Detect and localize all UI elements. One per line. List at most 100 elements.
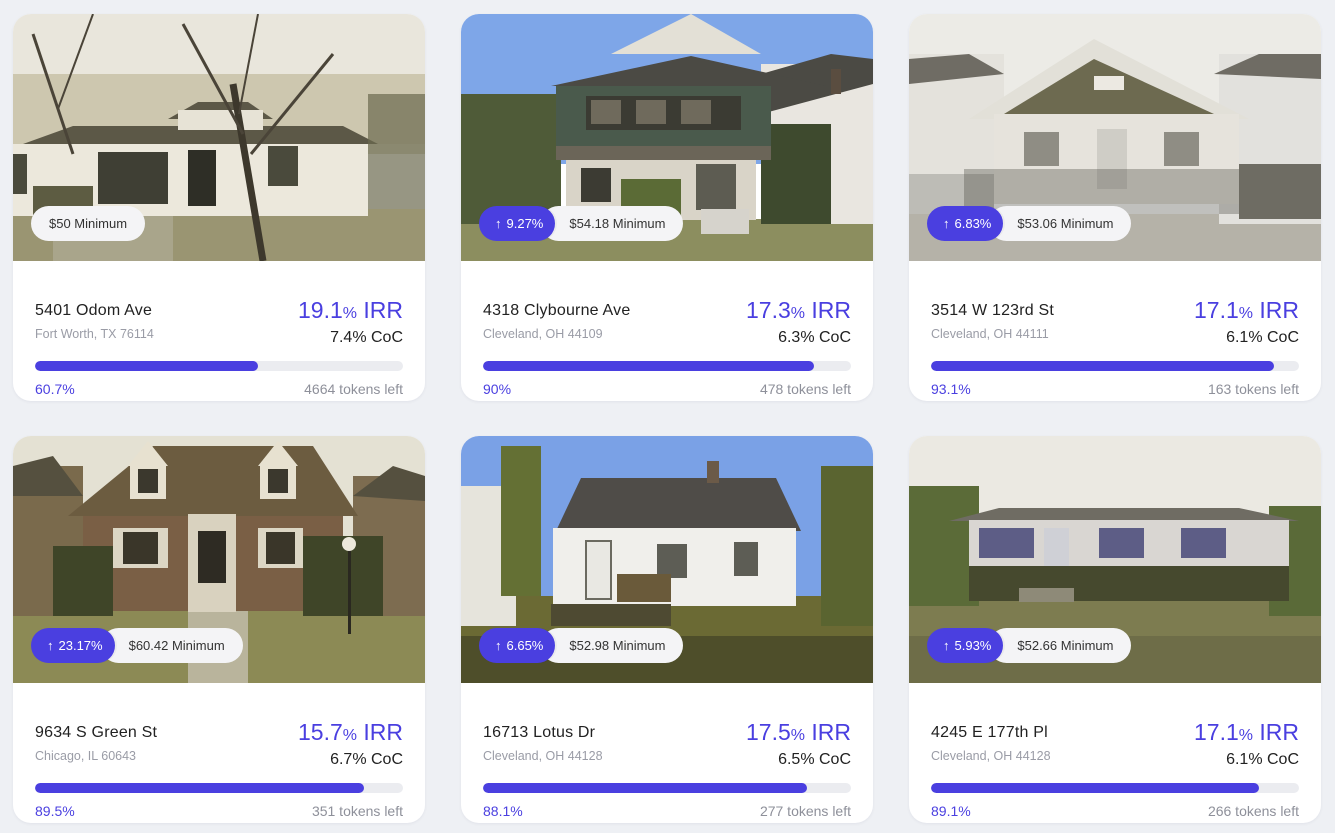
irr-percent-sign: % [1238,727,1253,744]
irr-value: 17.1% IRR [1194,297,1299,324]
listing-address[interactable]: 5401 Odom Ave [35,302,152,320]
photo-badges: ↑ 23.17% $60.42 Minimum [31,628,243,663]
funding-progress-fill [35,783,365,793]
irr-label: IRR [357,297,403,323]
photo-badges: $50 Minimum [31,206,146,241]
funded-percent: 88.1% [483,803,523,819]
irr-number: 15.7 [298,719,343,745]
irr-label: IRR [805,719,851,745]
irr-label: IRR [357,719,403,745]
appreciation-value: 9.27% [506,216,544,231]
listing-card[interactable]: ↑ 6.83% $53.06 Minimum 3514 W 123rd St Cl… [909,14,1321,401]
listing-info: 16713 Lotus Dr Cleveland, OH 44128 17.5%… [461,683,873,823]
tokens-left: 4664 tokens left [304,381,403,397]
irr-label: IRR [805,297,851,323]
tokens-left: 266 tokens left [1207,803,1299,819]
appreciation-chip: ↑ 5.93% [927,628,1004,663]
listing-address[interactable]: 4318 Clybourne Ave [483,302,630,320]
arrow-up-icon: ↑ [495,216,502,231]
listing-card[interactable]: ↑ 9.27% $54.18 Minimum 4318 Clybourne Ave… [461,14,873,401]
appreciation-chip: ↑ 6.65% [479,628,556,663]
appreciation-value: 6.83% [954,216,992,231]
listing-card[interactable]: ↑ 6.65% $52.98 Minimum 16713 Lotus Dr Cle… [461,436,873,823]
irr-value: 17.5% IRR [746,719,851,746]
irr-percent-sign: % [790,305,805,322]
listing-card[interactable]: $50 Minimum 5401 Odom Ave Fort Worth, TX… [13,14,425,401]
minimum-investment-chip: $54.18 Minimum [541,206,684,241]
tokens-left: 277 tokens left [759,803,851,819]
funding-progress-fill [483,361,815,371]
arrow-up-icon: ↑ [47,638,54,653]
irr-value: 17.1% IRR [1194,719,1299,746]
listing-address[interactable]: 4245 E 177th Pl [931,724,1048,742]
funding-progress-bar [931,361,1299,371]
minimum-investment-chip: $53.06 Minimum [989,206,1132,241]
funding-progress-bar [483,361,851,371]
irr-label: IRR [1253,719,1299,745]
listing-card[interactable]: ↑ 5.93% $52.66 Minimum 4245 E 177th Pl Cl… [909,436,1321,823]
listing-city: Cleveland, OH 44128 [483,749,603,763]
coc-value: 7.4% CoC [330,329,403,346]
minimum-investment-chip: $52.98 Minimum [541,628,684,663]
funded-percent: 90% [483,381,512,397]
coc-value: 6.5% CoC [778,751,851,768]
irr-percent-sign: % [342,305,357,322]
appreciation-chip: ↑ 6.83% [927,206,1004,241]
funding-progress-bar [35,361,403,371]
irr-number: 17.3 [746,297,791,323]
coc-value: 6.1% CoC [1226,751,1299,768]
irr-percent-sign: % [790,727,805,744]
arrow-up-icon: ↑ [495,638,502,653]
funding-progress-fill [483,783,808,793]
funding-progress-bar [931,783,1299,793]
listing-address[interactable]: 3514 W 123rd St [931,302,1054,320]
irr-number: 17.5 [746,719,791,745]
listing-info: 5401 Odom Ave Fort Worth, TX 76114 19.1%… [13,261,425,401]
appreciation-value: 5.93% [954,638,992,653]
tokens-left: 163 tokens left [1207,381,1299,397]
listing-city: Chicago, IL 60643 [35,749,137,763]
funded-percent: 93.1% [931,381,971,397]
arrow-up-icon: ↑ [943,638,950,653]
minimum-investment-chip: $52.66 Minimum [989,628,1132,663]
irr-number: 19.1 [298,297,343,323]
funding-progress-fill [931,783,1259,793]
arrow-up-icon: ↑ [943,216,950,231]
funding-progress-fill [35,361,259,371]
listing-city: Cleveland, OH 44109 [483,327,603,341]
appreciation-value: 23.17% [58,638,103,653]
listing-info: 4245 E 177th Pl Cleveland, OH 44128 17.1… [909,683,1321,823]
irr-percent-sign: % [342,727,357,744]
irr-value: 19.1% IRR [298,297,403,324]
listing-city: Cleveland, OH 44111 [931,327,1049,341]
listing-address[interactable]: 9634 S Green St [35,724,157,742]
tokens-left: 478 tokens left [759,381,851,397]
minimum-investment-chip: $60.42 Minimum [100,628,243,663]
funded-percent: 89.1% [931,803,971,819]
appreciation-chip: ↑ 23.17% [31,628,115,663]
listing-city: Cleveland, OH 44128 [931,749,1051,763]
irr-number: 17.1 [1194,297,1239,323]
irr-number: 17.1 [1194,719,1239,745]
listing-card[interactable]: ↑ 23.17% $60.42 Minimum 9634 S Green St C… [13,436,425,823]
coc-value: 6.7% CoC [330,751,403,768]
listing-city: Fort Worth, TX 76114 [35,327,154,341]
photo-badges: ↑ 5.93% $52.66 Minimum [927,628,1132,663]
funded-percent: 89.5% [35,803,75,819]
appreciation-chip: ↑ 9.27% [479,206,556,241]
minimum-investment-chip: $50 Minimum [31,206,146,241]
irr-value: 17.3% IRR [746,297,851,324]
listing-address[interactable]: 16713 Lotus Dr [483,724,595,742]
funding-progress-bar [35,783,403,793]
appreciation-value: 6.65% [506,638,544,653]
photo-badges: ↑ 6.83% $53.06 Minimum [927,206,1132,241]
photo-badges: ↑ 9.27% $54.18 Minimum [479,206,684,241]
listing-info: 9634 S Green St Chicago, IL 60643 15.7% … [13,683,425,823]
irr-value: 15.7% IRR [298,719,403,746]
listing-info: 4318 Clybourne Ave Cleveland, OH 44109 1… [461,261,873,401]
irr-percent-sign: % [1238,305,1253,322]
irr-label: IRR [1253,297,1299,323]
funded-percent: 60.7% [35,381,75,397]
tokens-left: 351 tokens left [311,803,403,819]
coc-value: 6.3% CoC [778,329,851,346]
